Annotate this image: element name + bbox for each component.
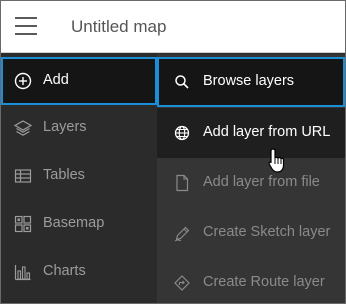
create-route-layer-button[interactable]: Create Route layer <box>157 258 345 303</box>
submenu-item-label: Add layer from file <box>203 174 320 190</box>
sidebar: Add Layers Tables Basemap Charts <box>1 54 157 303</box>
pencil-icon <box>174 226 190 242</box>
sidebar-item-label: Basemap <box>43 215 105 231</box>
globe-icon <box>174 125 190 141</box>
bar-chart-icon <box>14 265 31 281</box>
add-layer-from-file-button[interactable]: Add layer from file <box>157 158 345 208</box>
sidebar-item-label: Add <box>43 72 69 88</box>
table-icon <box>14 169 32 183</box>
browse-layers-button[interactable]: Browse layers <box>157 57 345 107</box>
sidebar-item-charts[interactable]: Charts <box>1 248 157 296</box>
sidebar-item-label: Layers <box>43 119 87 135</box>
add-submenu: Browse layers Add layer from URL Add lay… <box>157 54 345 303</box>
submenu-item-label: Browse layers <box>203 73 295 89</box>
sidebar-item-basemap[interactable]: Basemap <box>1 200 157 248</box>
map-viewer-window: Untitled map Add Layers Tables Basemap C… <box>0 0 346 304</box>
hand-pointer-cursor <box>268 148 285 173</box>
plus-circle-icon <box>14 72 32 90</box>
search-icon <box>175 75 189 89</box>
sidebar-item-tables[interactable]: Tables <box>1 152 157 200</box>
basemap-grid-icon <box>14 215 32 233</box>
layers-icon <box>13 120 33 136</box>
create-sketch-layer-button[interactable]: Create Sketch layer <box>157 208 345 258</box>
route-icon <box>174 275 190 291</box>
add-layer-from-url-button[interactable]: Add layer from URL <box>157 108 345 158</box>
sidebar-item-label: Charts <box>43 263 86 279</box>
submenu-item-label: Add layer from URL <box>203 124 331 140</box>
submenu-item-label: Create Route layer <box>203 274 325 290</box>
hamburger-menu-icon[interactable] <box>15 17 37 35</box>
header-bar: Untitled map <box>1 1 345 53</box>
sidebar-item-label: Tables <box>43 167 85 183</box>
sidebar-item-layers[interactable]: Layers <box>1 104 157 152</box>
file-icon <box>176 174 189 192</box>
sidebar-item-add[interactable]: Add <box>1 57 157 105</box>
map-title: Untitled map <box>71 17 167 36</box>
submenu-item-label: Create Sketch layer <box>203 224 331 240</box>
